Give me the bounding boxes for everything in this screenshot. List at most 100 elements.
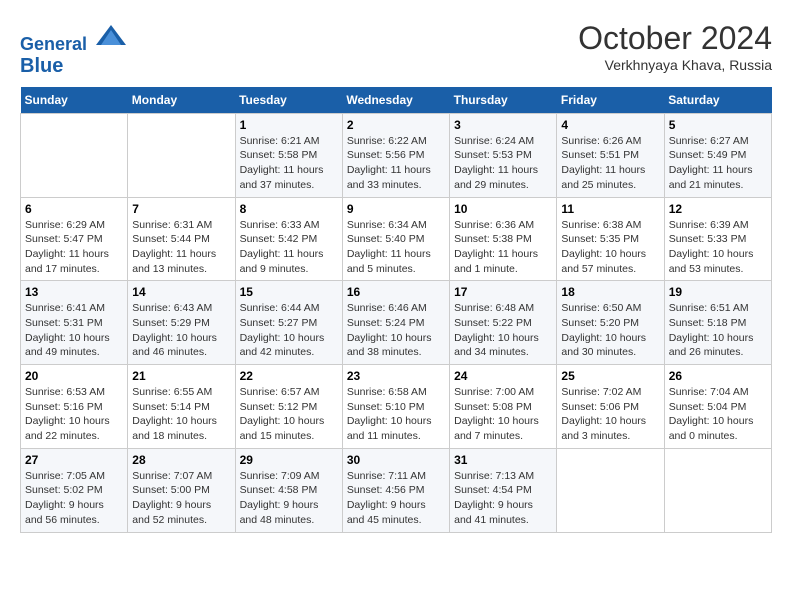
calendar-cell: 14Sunrise: 6:43 AM Sunset: 5:29 PM Dayli… [128, 281, 235, 365]
calendar-cell: 30Sunrise: 7:11 AM Sunset: 4:56 PM Dayli… [342, 448, 449, 532]
calendar-cell [664, 448, 771, 532]
day-info: Sunrise: 7:04 AM Sunset: 5:04 PM Dayligh… [669, 385, 767, 444]
logo-text: General [20, 20, 126, 55]
day-number: 8 [240, 202, 338, 216]
calendar-cell: 20 Sunrise: 6:53 AM Sunset: 5:16 PM Dayli… [21, 365, 128, 449]
day-info: Sunrise: 6:29 AM Sunset: 5:47 PM Dayligh… [25, 218, 123, 277]
weekday-header-friday: Friday [557, 87, 664, 114]
logo-icon [96, 20, 126, 50]
day-info: Sunrise: 6:38 AM Sunset: 5:35 PM Dayligh… [561, 218, 659, 277]
day-number: 14 [132, 285, 230, 299]
logo: General Blue [20, 20, 126, 77]
day-number: 7 [132, 202, 230, 216]
day-info: Sunrise: 7:00 AM Sunset: 5:08 PM Dayligh… [454, 385, 552, 444]
title-area: October 2024 Verkhnyaya Khava, Russia [578, 20, 772, 73]
day-info: Sunrise: 6:48 AM Sunset: 5:22 PM Dayligh… [454, 301, 552, 360]
calendar-cell: 4 Sunrise: 6:26 AM Sunset: 5:51 PM Daylig… [557, 113, 664, 197]
day-info: Sunrise: 6:21 AM Sunset: 5:58 PM Dayligh… [240, 134, 338, 193]
day-number: 24 [454, 369, 552, 383]
weekday-header-monday: Monday [128, 87, 235, 114]
weekday-header-row: SundayMondayTuesdayWednesdayThursdayFrid… [21, 87, 772, 114]
day-number: 13 [25, 285, 123, 299]
calendar-cell: 2 Sunrise: 6:22 AM Sunset: 5:56 PM Daylig… [342, 113, 449, 197]
calendar-cell: 29 Sunrise: 7:09 AM Sunset: 4:58 PM Dayli… [235, 448, 342, 532]
calendar-cell: 21Sunrise: 6:55 AM Sunset: 5:14 PM Dayli… [128, 365, 235, 449]
calendar-cell: 15 Sunrise: 6:44 AM Sunset: 5:27 PM Dayli… [235, 281, 342, 365]
day-info: Sunrise: 6:58 AM Sunset: 5:10 PM Dayligh… [347, 385, 445, 444]
location-title: Verkhnyaya Khava, Russia [578, 57, 772, 73]
day-number: 15 [240, 285, 338, 299]
calendar-cell [557, 448, 664, 532]
calendar-week-1: 1Sunrise: 6:21 AM Sunset: 5:58 PM Daylig… [21, 113, 772, 197]
calendar-cell: 23 Sunrise: 6:58 AM Sunset: 5:10 PM Dayli… [342, 365, 449, 449]
day-info: Sunrise: 7:09 AM Sunset: 4:58 PM Dayligh… [240, 469, 338, 528]
logo-blue-text: Blue [20, 55, 126, 77]
calendar-cell: 19Sunrise: 6:51 AM Sunset: 5:18 PM Dayli… [664, 281, 771, 365]
day-info: Sunrise: 7:05 AM Sunset: 5:02 PM Dayligh… [25, 469, 123, 528]
day-info: Sunrise: 6:33 AM Sunset: 5:42 PM Dayligh… [240, 218, 338, 277]
day-number: 19 [669, 285, 767, 299]
day-number: 22 [240, 369, 338, 383]
calendar-cell [128, 113, 235, 197]
day-info: Sunrise: 6:27 AM Sunset: 5:49 PM Dayligh… [669, 134, 767, 193]
day-number: 20 [25, 369, 123, 383]
day-info: Sunrise: 6:34 AM Sunset: 5:40 PM Dayligh… [347, 218, 445, 277]
weekday-header-sunday: Sunday [21, 87, 128, 114]
day-info: Sunrise: 6:53 AM Sunset: 5:16 PM Dayligh… [25, 385, 123, 444]
day-info: Sunrise: 6:44 AM Sunset: 5:27 PM Dayligh… [240, 301, 338, 360]
day-number: 4 [561, 118, 659, 132]
calendar-cell: 5Sunrise: 6:27 AM Sunset: 5:49 PM Daylig… [664, 113, 771, 197]
day-info: Sunrise: 6:36 AM Sunset: 5:38 PM Dayligh… [454, 218, 552, 277]
day-number: 21 [132, 369, 230, 383]
calendar-cell: 3Sunrise: 6:24 AM Sunset: 5:53 PM Daylig… [450, 113, 557, 197]
day-number: 17 [454, 285, 552, 299]
day-number: 2 [347, 118, 445, 132]
day-info: Sunrise: 7:13 AM Sunset: 4:54 PM Dayligh… [454, 469, 552, 528]
day-info: Sunrise: 6:46 AM Sunset: 5:24 PM Dayligh… [347, 301, 445, 360]
day-info: Sunrise: 6:22 AM Sunset: 5:56 PM Dayligh… [347, 134, 445, 193]
weekday-header-tuesday: Tuesday [235, 87, 342, 114]
calendar-cell: 9 Sunrise: 6:34 AM Sunset: 5:40 PM Daylig… [342, 197, 449, 281]
day-info: Sunrise: 6:50 AM Sunset: 5:20 PM Dayligh… [561, 301, 659, 360]
day-number: 26 [669, 369, 767, 383]
day-number: 27 [25, 453, 123, 467]
calendar-cell: 25Sunrise: 7:02 AM Sunset: 5:06 PM Dayli… [557, 365, 664, 449]
day-number: 31 [454, 453, 552, 467]
day-number: 3 [454, 118, 552, 132]
day-number: 9 [347, 202, 445, 216]
day-info: Sunrise: 6:31 AM Sunset: 5:44 PM Dayligh… [132, 218, 230, 277]
calendar-cell: 31 Sunrise: 7:13 AM Sunset: 4:54 PM Dayli… [450, 448, 557, 532]
day-info: Sunrise: 6:39 AM Sunset: 5:33 PM Dayligh… [669, 218, 767, 277]
weekday-header-saturday: Saturday [664, 87, 771, 114]
day-number: 29 [240, 453, 338, 467]
calendar-cell: 1Sunrise: 6:21 AM Sunset: 5:58 PM Daylig… [235, 113, 342, 197]
calendar-cell: 26 Sunrise: 7:04 AM Sunset: 5:04 PM Dayli… [664, 365, 771, 449]
calendar-cell: 10 Sunrise: 6:36 AM Sunset: 5:38 PM Dayli… [450, 197, 557, 281]
calendar-cell: 18 Sunrise: 6:50 AM Sunset: 5:20 PM Dayli… [557, 281, 664, 365]
calendar-cell: 16Sunrise: 6:46 AM Sunset: 5:24 PM Dayli… [342, 281, 449, 365]
day-number: 23 [347, 369, 445, 383]
day-info: Sunrise: 7:07 AM Sunset: 5:00 PM Dayligh… [132, 469, 230, 528]
calendar-cell: 7 Sunrise: 6:31 AM Sunset: 5:44 PM Daylig… [128, 197, 235, 281]
day-number: 6 [25, 202, 123, 216]
calendar-table: SundayMondayTuesdayWednesdayThursdayFrid… [20, 87, 772, 533]
calendar-cell: 22 Sunrise: 6:57 AM Sunset: 5:12 PM Dayli… [235, 365, 342, 449]
day-number: 30 [347, 453, 445, 467]
day-number: 10 [454, 202, 552, 216]
calendar-week-5: 27 Sunrise: 7:05 AM Sunset: 5:02 PM Dayli… [21, 448, 772, 532]
weekday-header-thursday: Thursday [450, 87, 557, 114]
day-info: Sunrise: 6:26 AM Sunset: 5:51 PM Dayligh… [561, 134, 659, 193]
calendar-cell: 17 Sunrise: 6:48 AM Sunset: 5:22 PM Dayli… [450, 281, 557, 365]
calendar-cell: 13Sunrise: 6:41 AM Sunset: 5:31 PM Dayli… [21, 281, 128, 365]
calendar-week-3: 13Sunrise: 6:41 AM Sunset: 5:31 PM Dayli… [21, 281, 772, 365]
weekday-header-wednesday: Wednesday [342, 87, 449, 114]
calendar-cell: 8 Sunrise: 6:33 AM Sunset: 5:42 PM Daylig… [235, 197, 342, 281]
day-number: 11 [561, 202, 659, 216]
calendar-cell: 6 Sunrise: 6:29 AM Sunset: 5:47 PM Daylig… [21, 197, 128, 281]
calendar-cell: 12Sunrise: 6:39 AM Sunset: 5:33 PM Dayli… [664, 197, 771, 281]
day-info: Sunrise: 6:57 AM Sunset: 5:12 PM Dayligh… [240, 385, 338, 444]
calendar-cell: 24 Sunrise: 7:00 AM Sunset: 5:08 PM Dayli… [450, 365, 557, 449]
calendar-cell: 11 Sunrise: 6:38 AM Sunset: 5:35 PM Dayli… [557, 197, 664, 281]
day-number: 18 [561, 285, 659, 299]
calendar-week-4: 20 Sunrise: 6:53 AM Sunset: 5:16 PM Dayli… [21, 365, 772, 449]
